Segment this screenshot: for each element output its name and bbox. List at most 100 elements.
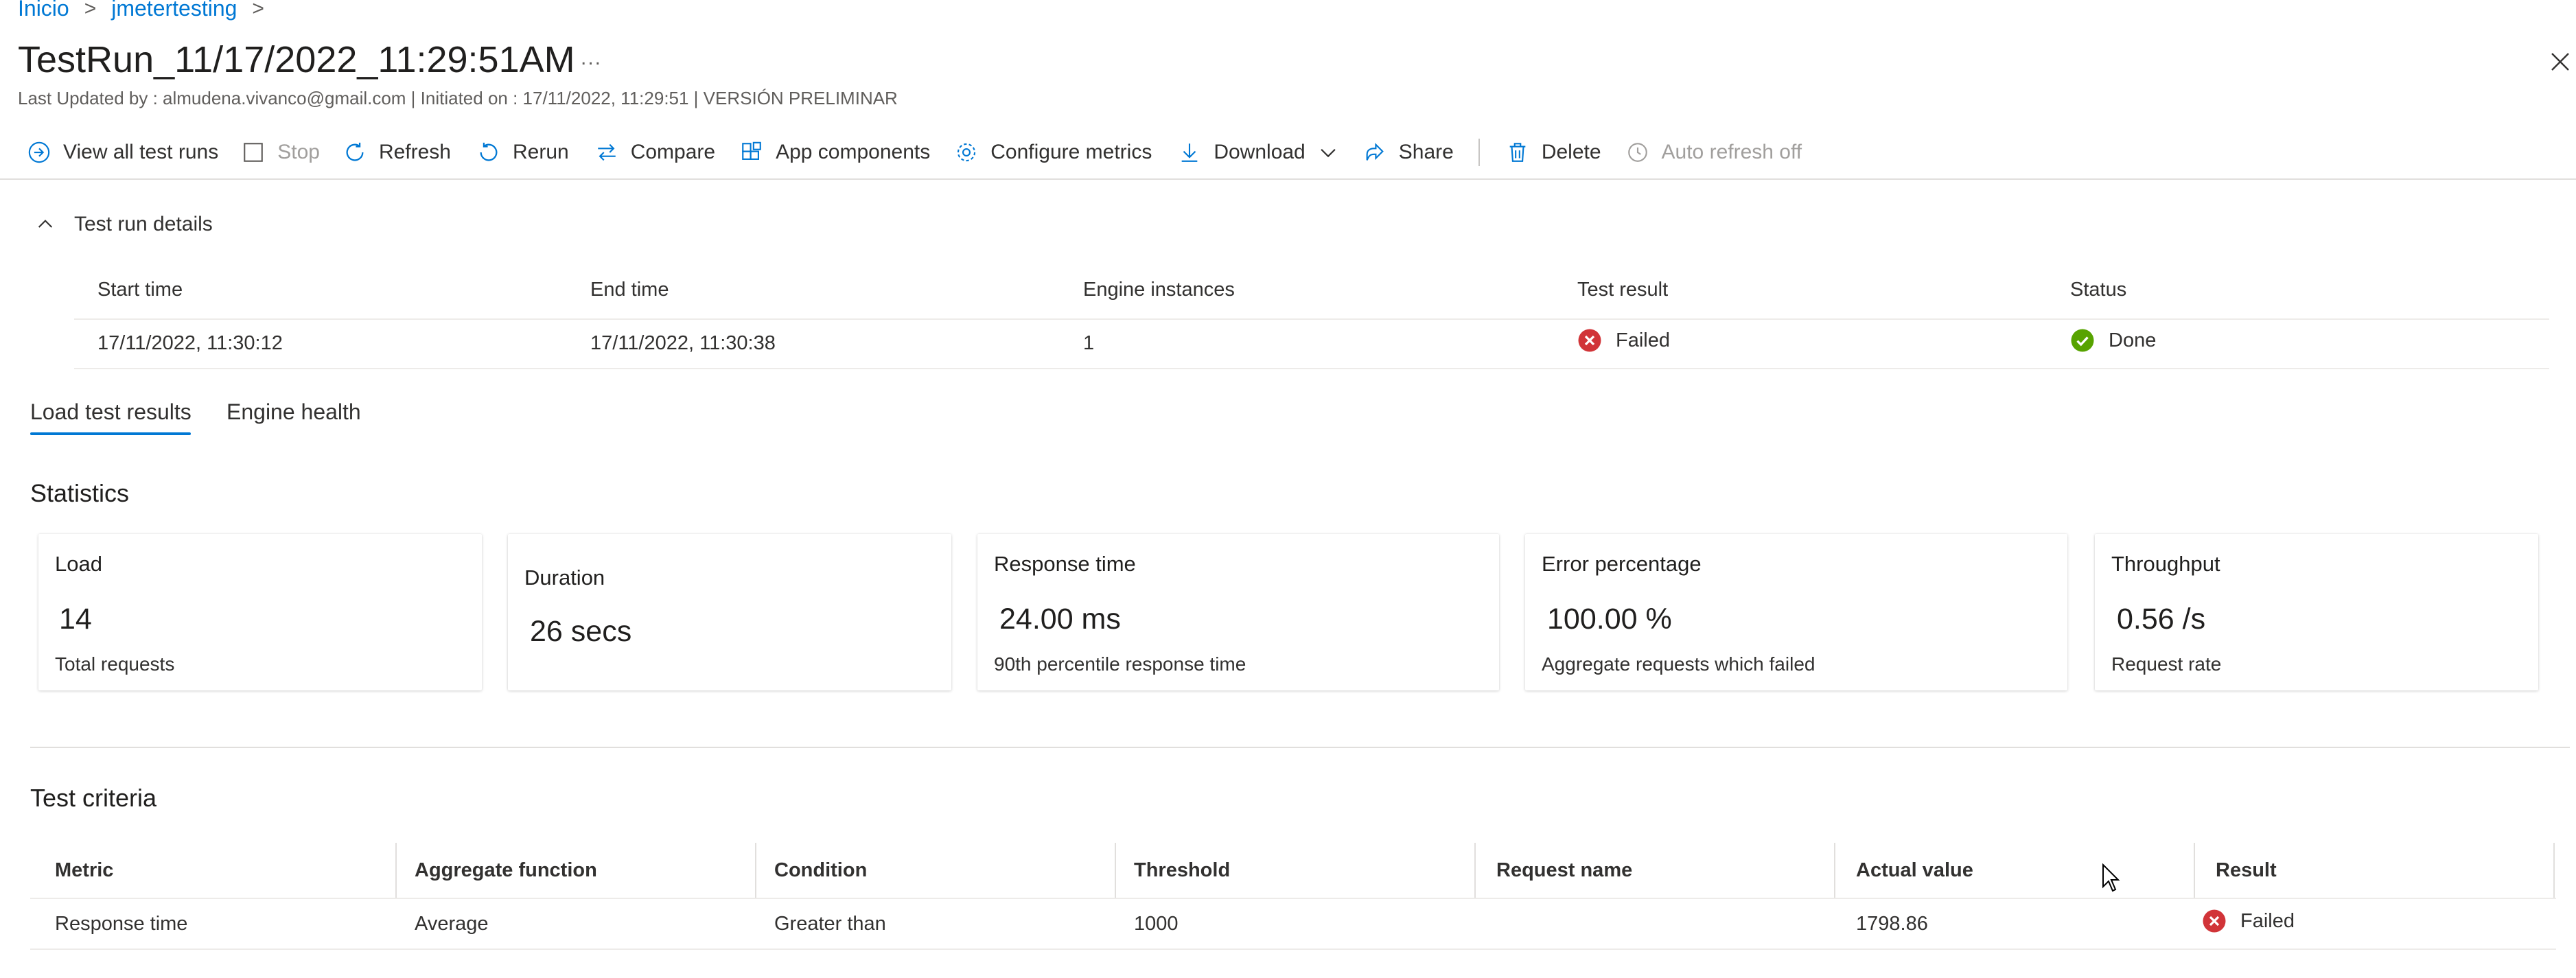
compare-label: Compare	[630, 141, 716, 163]
error-icon	[1578, 329, 1601, 352]
criteria-table-header	[30, 843, 2556, 898]
header-metric[interactable]: Metric	[55, 859, 113, 882]
tab-engine-health[interactable]: Engine health	[227, 399, 361, 425]
column-divider[interactable]	[395, 843, 397, 898]
share-icon	[1366, 143, 1384, 161]
criteria-header-rule	[30, 898, 2556, 899]
header-condition[interactable]: Condition	[774, 859, 867, 882]
chevron-down-icon	[1321, 148, 1336, 158]
close-icon[interactable]	[2548, 49, 2573, 74]
breadcrumb: Inicio > jmetertesting >	[18, 0, 264, 21]
app-components-button[interactable]: App components	[740, 141, 930, 164]
refresh-label: Refresh	[378, 141, 451, 163]
compare-button[interactable]: Compare	[595, 141, 715, 164]
test-criteria-heading: Test criteria	[30, 784, 157, 812]
refresh-button[interactable]: Refresh	[343, 141, 451, 164]
delete-label: Delete	[1541, 141, 1601, 163]
start-time-value: 17/11/2022, 11:30:12	[97, 332, 283, 354]
header-aggregate-function[interactable]: Aggregate function	[415, 859, 597, 882]
download-label: Download	[1214, 141, 1306, 163]
column-divider[interactable]	[2194, 843, 2195, 898]
stat-title: Response time	[994, 552, 1136, 576]
status-value: Done	[2109, 329, 2157, 351]
trash-icon	[1509, 143, 1526, 162]
stat-value: 24.00 ms	[999, 603, 1121, 636]
success-icon	[2071, 329, 2094, 352]
stat-description: Total requests	[55, 653, 175, 675]
header-actual-value[interactable]: Actual value	[1856, 859, 1973, 882]
auto-refresh-button[interactable]: Auto refresh off	[1626, 141, 1802, 164]
configure-metrics-button[interactable]: Configure metrics	[955, 141, 1152, 164]
header-start-time: Start time	[97, 279, 183, 301]
more-options-icon[interactable]: ...	[581, 47, 602, 70]
compare-icon	[597, 143, 616, 161]
refresh-icon	[346, 142, 364, 161]
auto-refresh-label: Auto refresh off	[1661, 141, 1802, 163]
stat-value: 26 secs	[530, 615, 632, 648]
header-test-result: Test result	[1577, 279, 1669, 301]
column-divider[interactable]	[2553, 843, 2555, 898]
app-components-label: App components	[776, 141, 931, 163]
criteria-result-cell: Failed	[2202, 909, 2295, 933]
arrow-circle-icon	[28, 141, 50, 163]
column-divider[interactable]	[755, 843, 756, 898]
stat-title: Error percentage	[1542, 552, 1702, 576]
statistics-heading: Statistics	[30, 479, 130, 507]
stat-card-duration: Duration 26 secs	[508, 534, 951, 690]
page-title: TestRun_11/17/2022_11:29:51AM	[18, 39, 575, 80]
view-all-label: View all test runs	[63, 141, 219, 163]
tab-load-test-results[interactable]: Load test results	[30, 399, 192, 425]
stat-title: Load	[55, 552, 102, 576]
engine-instances-value: 1	[1083, 332, 1095, 354]
breadcrumb-inicio[interactable]: Inicio	[18, 0, 69, 21]
clock-icon	[1627, 143, 1647, 162]
column-divider[interactable]	[1834, 843, 1835, 898]
header-threshold[interactable]: Threshold	[1134, 859, 1230, 882]
page-subtitle: Last Updated by : almudena.vivanco@gmail…	[18, 88, 898, 108]
header-result[interactable]: Result	[2216, 859, 2277, 882]
mouse-cursor-icon	[2102, 863, 2120, 892]
header-request-name[interactable]: Request name	[1496, 859, 1632, 882]
active-tab-indicator	[30, 432, 191, 435]
stop-label: Stop	[277, 141, 320, 163]
stat-value: 14	[59, 603, 92, 636]
test-run-details-toggle[interactable]: Test run details	[34, 213, 213, 236]
end-time-value: 17/11/2022, 11:30:38	[590, 332, 776, 354]
column-divider[interactable]	[1474, 843, 1476, 898]
status-cell: Done	[2070, 328, 2156, 353]
delete-button[interactable]: Delete	[1506, 141, 1601, 164]
view-all-test-runs-button[interactable]: View all test runs	[27, 141, 218, 164]
criteria-actual-value: 1798.86	[1856, 913, 1928, 935]
download-icon	[1181, 143, 1198, 162]
header-end-time: End time	[590, 279, 669, 301]
toolbar-divider-line	[0, 178, 2576, 180]
criteria-condition-value: Greater than	[774, 913, 886, 935]
share-button[interactable]: Share	[1363, 141, 1454, 164]
rerun-icon	[480, 142, 498, 161]
test-result-value: Failed	[1616, 329, 1670, 351]
gear-icon	[958, 143, 976, 162]
download-button[interactable]: Download	[1178, 141, 1339, 164]
stat-title: Duration	[524, 566, 605, 590]
column-divider[interactable]	[1115, 843, 1116, 898]
stop-button[interactable]: Stop	[242, 141, 320, 164]
rerun-label: Rerun	[512, 141, 569, 163]
criteria-result-value: Failed	[2240, 909, 2295, 932]
stat-card-response-time: Response time 24.00 ms 90th percentile r…	[977, 534, 1499, 690]
chevron-up-icon	[38, 220, 53, 228]
criteria-row-rule	[30, 948, 2556, 950]
error-icon	[2203, 909, 2226, 933]
chevron-right-icon: >	[84, 0, 97, 20]
details-row-rule	[74, 368, 2549, 369]
stat-description: Request rate	[2111, 653, 2222, 675]
rerun-button[interactable]: Rerun	[477, 141, 569, 164]
configure-metrics-label: Configure metrics	[990, 141, 1152, 163]
stat-description: 90th percentile response time	[994, 653, 1246, 675]
breadcrumb-jmetertesting[interactable]: jmetertesting	[111, 0, 237, 21]
criteria-aggregate-value: Average	[415, 913, 489, 935]
test-result-cell: Failed	[1577, 328, 1670, 353]
header-status: Status	[2070, 279, 2127, 301]
command-bar: View all test runs Stop Refresh Rerun Co…	[27, 136, 1802, 169]
toolbar-divider	[1478, 139, 1480, 166]
stat-title: Throughput	[2111, 552, 2220, 576]
